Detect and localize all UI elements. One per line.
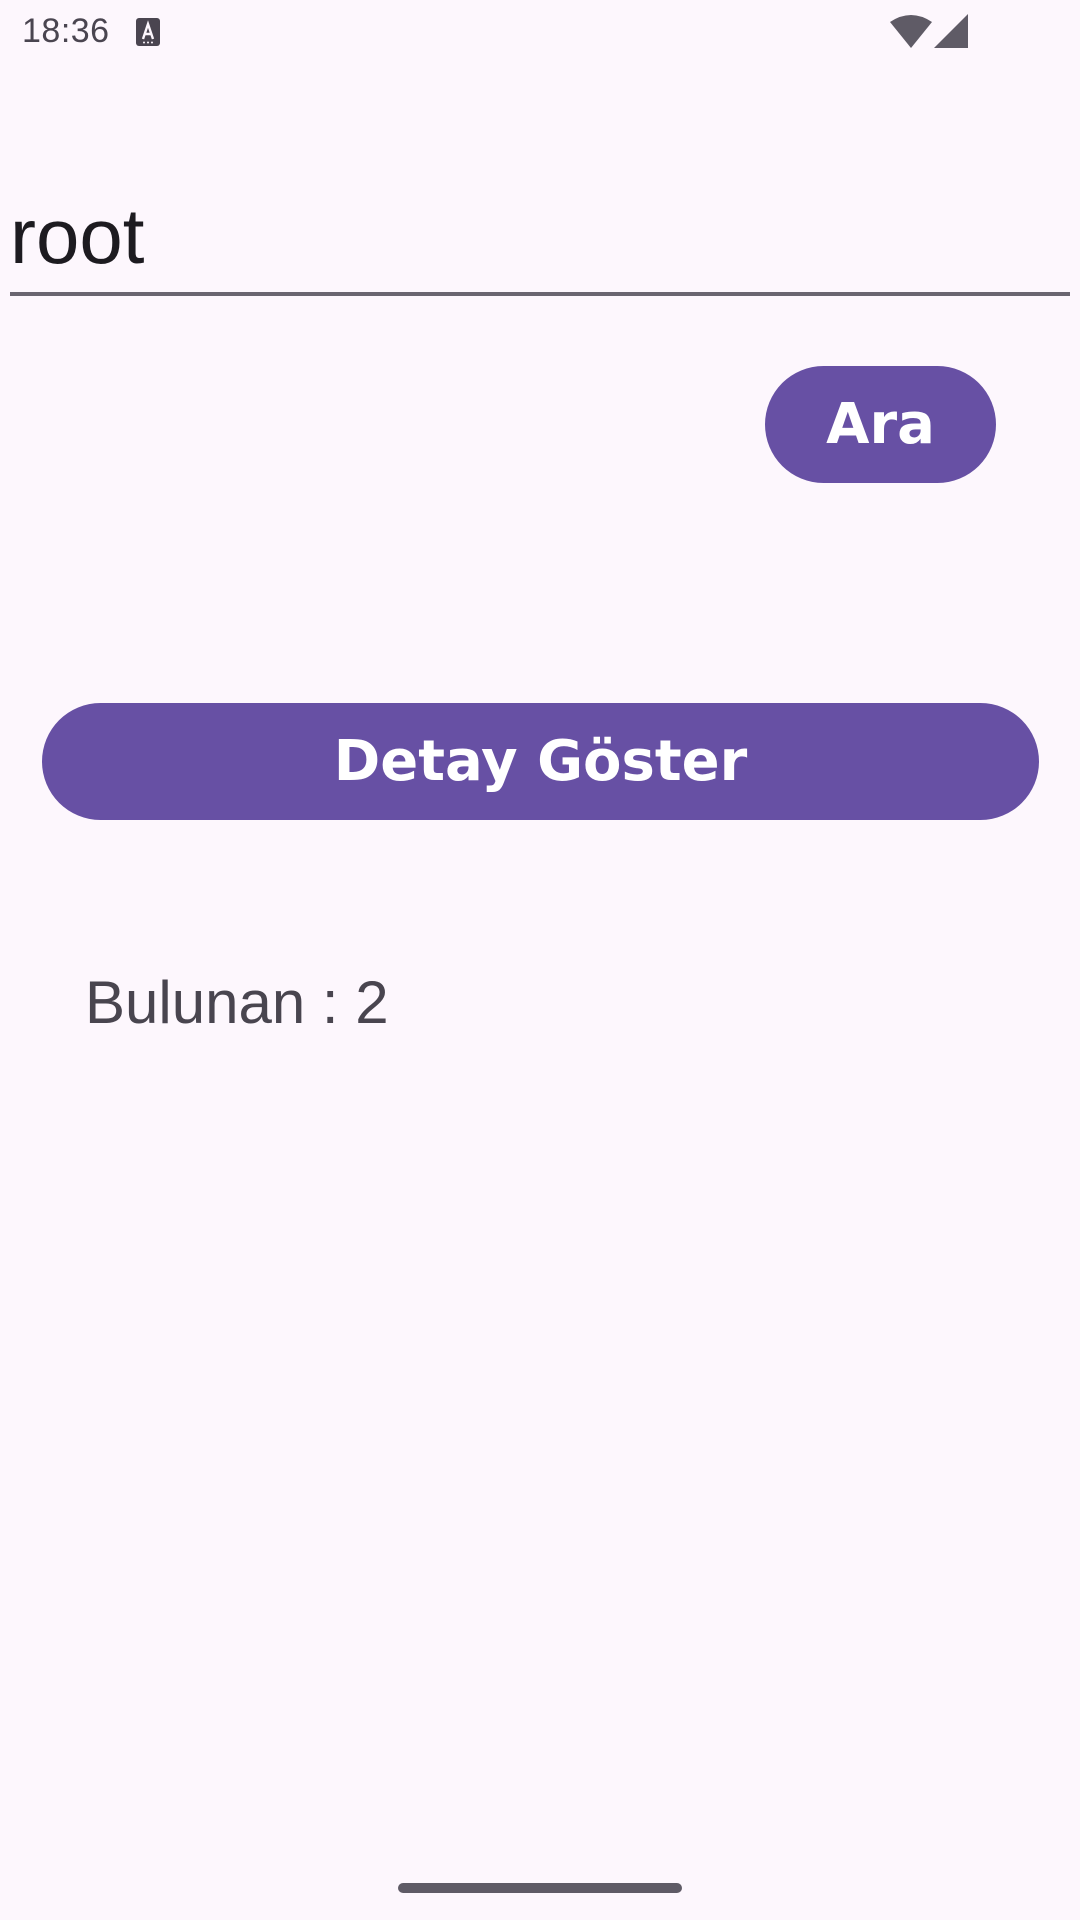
- show-detail-button[interactable]: Detay Göster: [42, 703, 1039, 820]
- home-indicator[interactable]: [398, 1883, 682, 1893]
- status-bar: 18:36: [0, 0, 1080, 64]
- status-time: 18:36: [22, 12, 110, 50]
- search-input[interactable]: [10, 186, 1050, 286]
- notification-a-icon: [136, 18, 160, 46]
- search-button[interactable]: Ara: [765, 366, 996, 483]
- signal-icon: [934, 14, 968, 48]
- search-field: [10, 170, 1070, 296]
- wifi-icon: [890, 14, 932, 48]
- found-count-label: Bulunan : 2: [85, 969, 389, 1036]
